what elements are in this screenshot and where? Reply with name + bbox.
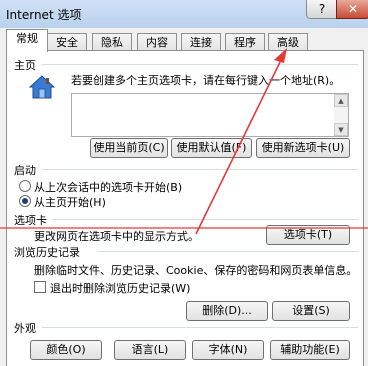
tab-programs[interactable]: 程序 bbox=[225, 33, 265, 51]
help-button[interactable]: ? bbox=[306, 0, 338, 19]
tabs-settings-button[interactable]: 选项卡(T) bbox=[266, 225, 350, 245]
tab-general[interactable]: 常规 bbox=[6, 29, 48, 52]
tab-advanced[interactable]: 高级 bbox=[268, 33, 308, 51]
close-button[interactable]: ✕ bbox=[336, 0, 368, 19]
home-icon bbox=[28, 75, 56, 102]
tab-connections[interactable]: 连接 bbox=[181, 33, 221, 51]
scroll-up-icon[interactable]: ▲ bbox=[334, 94, 348, 107]
tab-content[interactable]: 内容 bbox=[137, 33, 177, 51]
accessibility-button[interactable]: 辅助功能(E) bbox=[270, 340, 350, 360]
history-settings-button[interactable]: 设置(S) bbox=[272, 301, 350, 321]
delete-on-exit-label[interactable]: 退出时删除浏览历史记录(W) bbox=[50, 280, 190, 296]
startup-group-label: 启动 bbox=[14, 164, 36, 177]
delete-on-exit-checkbox[interactable] bbox=[34, 281, 46, 293]
scroll-down-icon[interactable]: ▼ bbox=[334, 123, 348, 136]
use-current-button[interactable]: 使用当前页(C) bbox=[90, 138, 168, 158]
history-group-label: 浏览历史记录 bbox=[14, 246, 80, 259]
tabs-group-label: 选项卡 bbox=[14, 214, 47, 227]
startup-last-session-radio[interactable] bbox=[19, 180, 31, 192]
tab-privacy[interactable]: 隐私 bbox=[92, 33, 132, 51]
startup-divider bbox=[42, 169, 358, 170]
window-title: Internet 选项 bbox=[6, 8, 82, 22]
startup-last-session-label[interactable]: 从上次会话中的选项卡开始(B) bbox=[34, 179, 182, 195]
homepage-group-label: 主页 bbox=[14, 59, 36, 72]
homepage-instruction: 若要创建多个主页选项卡，请在每行键入一个地址(R)。 bbox=[71, 74, 341, 87]
fonts-button[interactable]: 字体(N) bbox=[192, 340, 264, 360]
tabs-description: 更改网页在选项卡中的显示方式。 bbox=[34, 230, 199, 243]
use-default-button[interactable]: 使用默认值(F) bbox=[171, 138, 252, 158]
use-new-tab-button[interactable]: 使用新选项卡(U) bbox=[256, 138, 350, 158]
tab-security[interactable]: 安全 bbox=[47, 33, 87, 51]
history-description: 删除临时文件、历史记录、Cookie、保存的密码和网页表单信息。 bbox=[34, 264, 358, 277]
delete-history-button[interactable]: 删除(D)... bbox=[186, 301, 268, 321]
startup-home-label[interactable]: 从主页开始(H) bbox=[34, 194, 106, 210]
appearance-group-label: 外观 bbox=[14, 322, 36, 335]
homepage-scrollbar[interactable]: ▲ ▼ bbox=[334, 93, 349, 137]
startup-home-radio[interactable] bbox=[19, 195, 31, 207]
tabs-divider bbox=[52, 219, 358, 220]
homepage-address-textarea[interactable] bbox=[71, 93, 335, 137]
history-divider bbox=[98, 251, 358, 252]
languages-button[interactable]: 语言(L) bbox=[114, 340, 186, 360]
homepage-divider bbox=[42, 64, 358, 65]
appearance-divider bbox=[42, 327, 358, 328]
colors-button[interactable]: 颜色(O) bbox=[30, 340, 102, 360]
